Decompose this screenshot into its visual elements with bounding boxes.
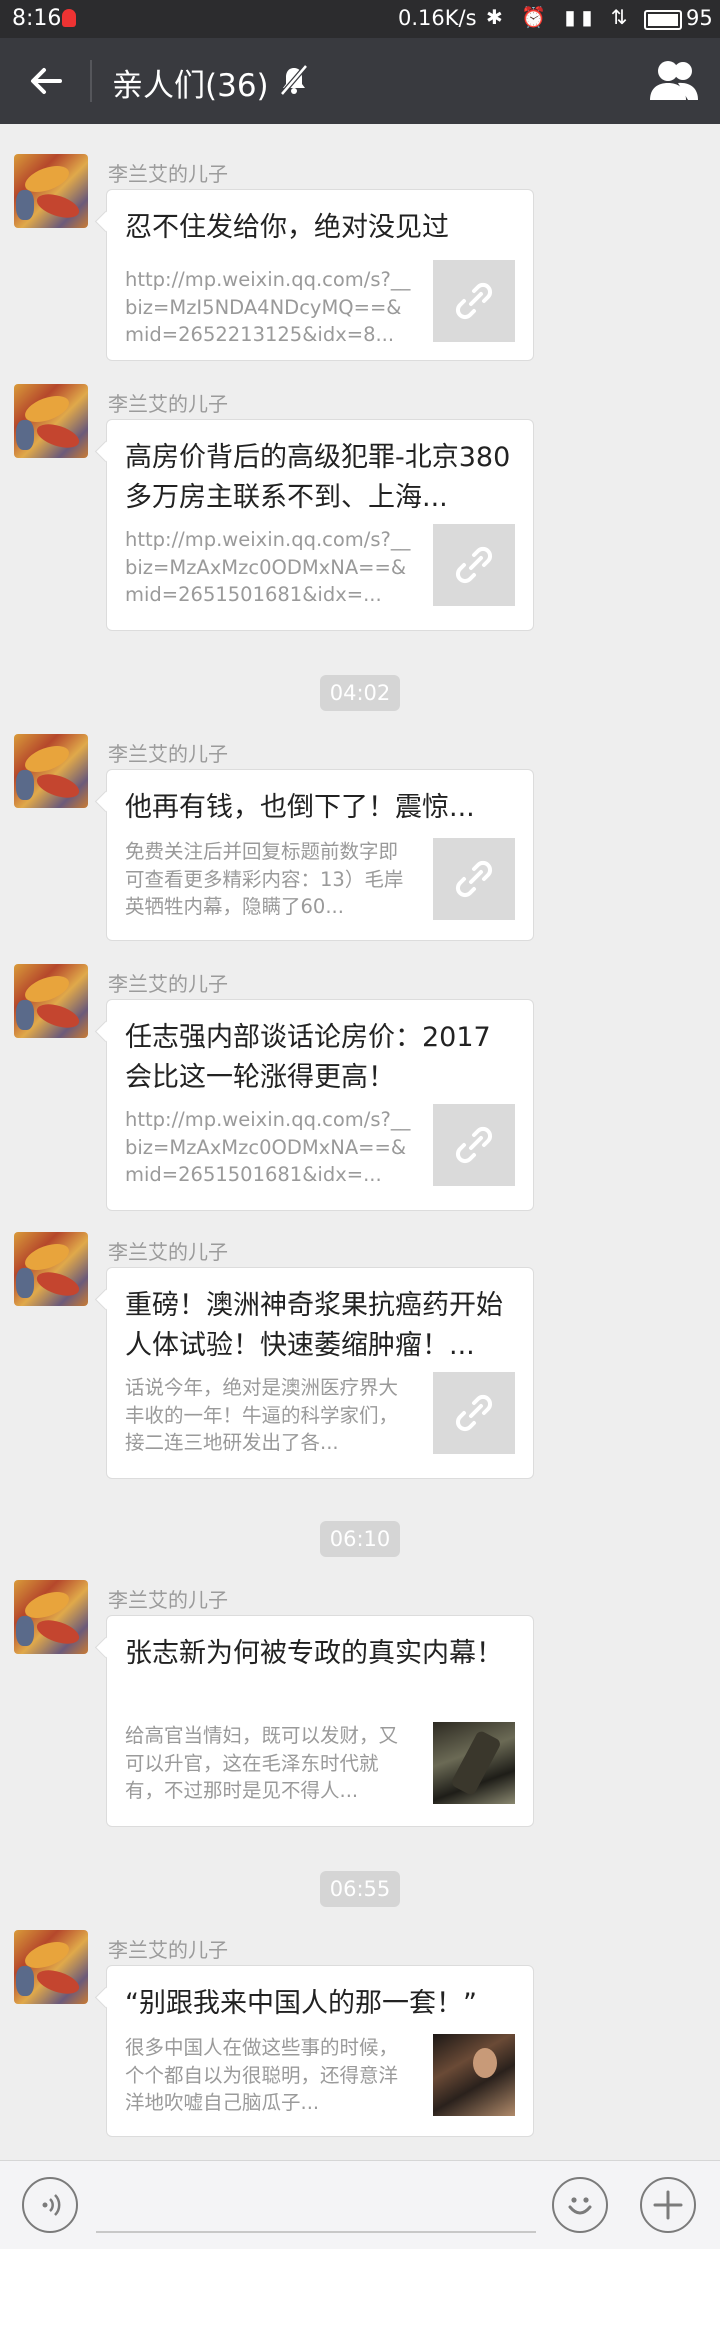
article-title: “别跟我来中国人的那一套！”	[125, 1988, 477, 2019]
bottom-area	[0, 2249, 720, 2329]
sender-avatar[interactable]	[14, 964, 88, 1038]
article-desc: 给高官当情妇，既可以发财，又可以升官，这在毛泽东时代就有，不过那时是见不得人..…	[125, 1724, 399, 1802]
emoji-icon	[568, 2197, 592, 2215]
sender-name: 李兰艾的儿子	[108, 392, 228, 416]
article-card[interactable]: “别跟我来中国人的那一套！” 很多中国人在做这些事的时候，个个都自以为很聪明，还…	[106, 1965, 534, 2137]
group-members-icon[interactable]	[648, 56, 700, 104]
emoji-button[interactable]	[552, 2177, 608, 2233]
notification-icon	[62, 9, 76, 27]
sender-name: 李兰艾的儿子	[108, 742, 228, 766]
article-title: 张志新为何被专政的真实内幕！	[125, 1638, 503, 1669]
sender-avatar[interactable]	[14, 734, 88, 808]
battery-level: 95	[686, 6, 713, 30]
time-separator: 04:02	[320, 675, 400, 711]
article-card[interactable]: 他再有钱，也倒下了！震惊... 免费关注后并回复标题前数字即可查看更多精彩内容：…	[106, 769, 534, 941]
article-desc: 免费关注后并回复标题前数字即可查看更多精彩内容：13）毛岸英牺牲内幕，隐瞒了60…	[125, 840, 404, 918]
message-input[interactable]	[96, 2231, 536, 2233]
article-desc: http://mp.weixin.qq.com/s?__biz=MzI5NDA4…	[125, 268, 411, 346]
link-thumbnail	[433, 1372, 515, 1454]
link-thumbnail	[433, 524, 515, 606]
article-card[interactable]: 忍不住发给你，绝对没见过 http://mp.weixin.qq.com/s?_…	[106, 189, 534, 361]
article-title: 任志强内部谈话论房价：2017会比这一轮涨得更高！	[125, 1022, 491, 1093]
sender-avatar[interactable]	[14, 384, 88, 458]
article-title: 忍不住发给你，绝对没见过	[125, 212, 449, 243]
sender-avatar[interactable]	[14, 1232, 88, 1306]
sender-name: 李兰艾的儿子	[108, 1938, 228, 1962]
link-icon	[455, 1394, 493, 1432]
link-icon	[455, 1126, 493, 1164]
sender-avatar[interactable]	[14, 154, 88, 228]
status-time: 8:16	[12, 6, 62, 31]
chat-title: 亲人们(36)	[112, 68, 269, 104]
plus-icon	[653, 2190, 683, 2220]
link-thumbnail	[433, 260, 515, 342]
input-bar	[0, 2160, 720, 2249]
system-icons: ✱ ⏰ ▮▮ ⇅	[486, 5, 634, 29]
link-thumbnail	[433, 838, 515, 920]
link-icon	[455, 282, 493, 320]
article-title: 他再有钱，也倒下了！震惊...	[125, 792, 475, 823]
message-list[interactable]: 李兰艾的儿子 忍不住发给你，绝对没见过 http://mp.weixin.qq.…	[0, 124, 720, 2160]
chat-header: 亲人们(36)	[0, 38, 720, 124]
article-card[interactable]: 张志新为何被专政的真实内幕！ 给高官当情妇，既可以发财，又可以升官，这在毛泽东时…	[106, 1615, 534, 1827]
sender-avatar[interactable]	[14, 1580, 88, 1654]
sender-avatar[interactable]	[14, 1930, 88, 2004]
sender-name: 李兰艾的儿子	[108, 1588, 228, 1612]
article-title: 高房价背后的高级犯罪-北京380多万房主联系不到、上海...	[125, 442, 511, 513]
article-card[interactable]: 高房价背后的高级犯罪-北京380多万房主联系不到、上海... http://mp…	[106, 419, 534, 631]
article-thumbnail-image	[433, 1722, 515, 1804]
network-speed: 0.16K/s	[398, 6, 477, 30]
status-bar: 8:16 0.16K/s ✱ ⏰ ▮▮ ⇅ 95	[0, 0, 720, 38]
sender-name: 李兰艾的儿子	[108, 162, 228, 186]
article-title: 重磅！澳洲神奇浆果抗癌药开始人体试验！快速萎缩肿瘤！...	[125, 1290, 503, 1361]
sender-name: 李兰艾的儿子	[108, 972, 228, 996]
article-desc: 很多中国人在做这些事的时候，个个都自以为很聪明，还得意洋洋地吹嘘自己脑瓜子...	[125, 2036, 399, 2114]
time-separator: 06:55	[320, 1871, 400, 1907]
link-icon	[455, 860, 493, 898]
article-desc: http://mp.weixin.qq.com/s?__biz=MzAxMzc0…	[125, 528, 411, 606]
article-card[interactable]: 重磅！澳洲神奇浆果抗癌药开始人体试验！快速萎缩肿瘤！... 话说今年，绝对是澳洲…	[106, 1267, 534, 1479]
back-arrow-icon[interactable]	[24, 58, 70, 104]
mute-bell-icon	[280, 64, 308, 96]
time-separator: 06:10	[320, 1521, 400, 1557]
more-button[interactable]	[640, 2177, 696, 2233]
article-desc: http://mp.weixin.qq.com/s?__biz=MzAxMzc0…	[125, 1108, 411, 1186]
article-thumbnail-image	[433, 2034, 515, 2116]
header-divider	[90, 60, 92, 102]
article-desc: 话说今年，绝对是澳洲医疗界大丰收的一年！牛逼的科学家们，接二连三地研发出了各..…	[125, 1376, 399, 1454]
article-card[interactable]: 任志强内部谈话论房价：2017会比这一轮涨得更高！ http://mp.weix…	[106, 999, 534, 1211]
sender-name: 李兰艾的儿子	[108, 1240, 228, 1264]
voice-icon	[42, 2194, 61, 2216]
link-icon	[455, 546, 493, 584]
battery-icon	[644, 10, 682, 30]
link-thumbnail	[433, 1104, 515, 1186]
voice-button[interactable]	[22, 2177, 78, 2233]
